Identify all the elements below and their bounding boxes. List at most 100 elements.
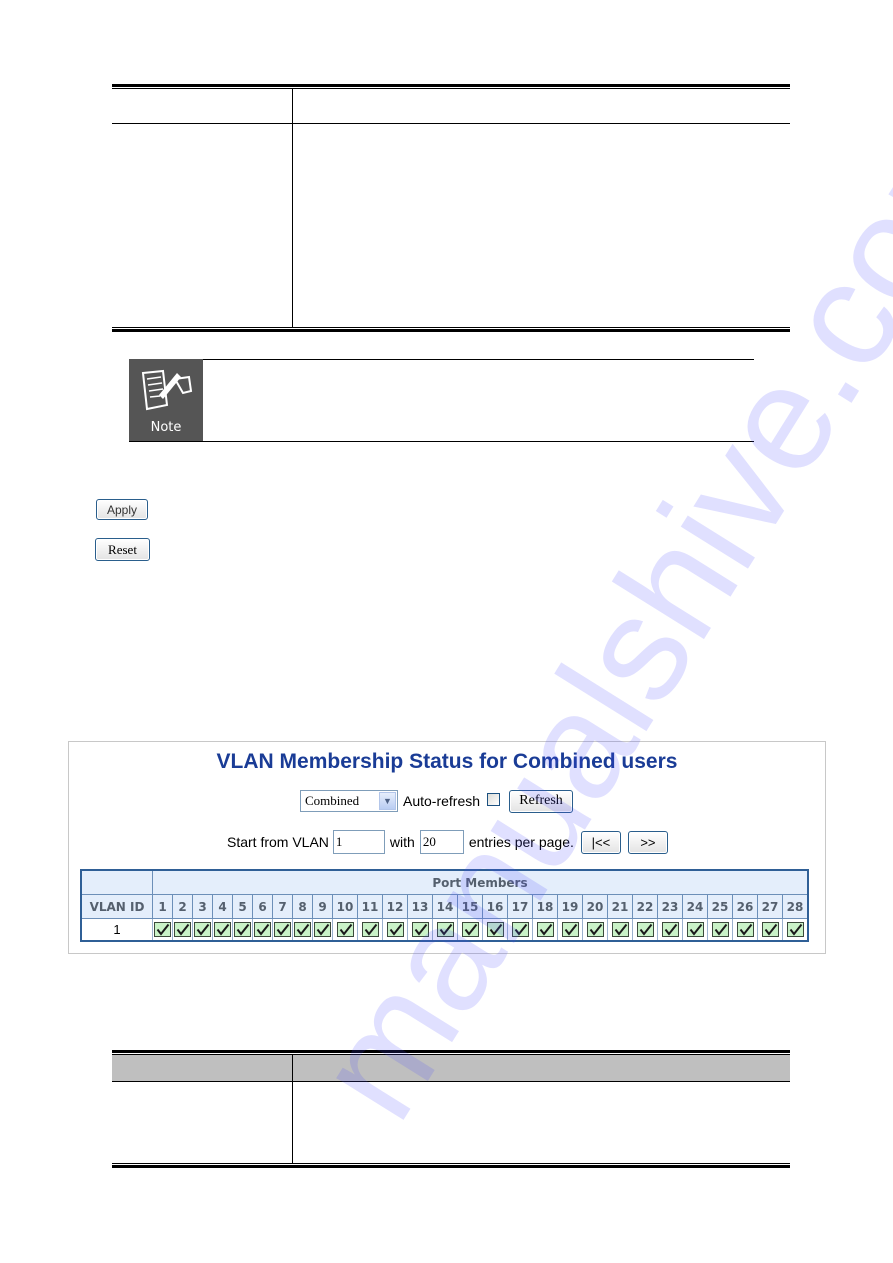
port-member-cell — [382, 918, 408, 942]
entries-per-page-input[interactable]: 20 — [419, 830, 464, 854]
port-header-19: 19 — [557, 894, 583, 919]
entries-per-page-label: entries per page. — [468, 834, 574, 850]
checkmark-icon — [611, 922, 629, 937]
port-header-2: 2 — [172, 894, 193, 919]
table-column-divider — [292, 1055, 293, 1163]
checkmark-icon — [194, 922, 211, 937]
checkmark-icon — [536, 922, 554, 937]
port-member-cell — [507, 918, 533, 942]
panel-title: VLAN Membership Status for Combined user… — [216, 750, 678, 773]
port-member-cell — [407, 918, 433, 942]
next-page-button[interactable]: >> — [627, 830, 668, 854]
vlan-membership-panel: VLAN Membership Status for Combined user… — [68, 741, 826, 954]
port-header-11: 11 — [357, 894, 383, 919]
first-page-button[interactable]: |<< — [580, 830, 621, 854]
checkmark-icon — [686, 922, 704, 937]
checkmark-icon — [254, 922, 271, 937]
port-header-18: 18 — [532, 894, 558, 919]
port-header-4: 4 — [212, 894, 233, 919]
port-member-cell — [332, 918, 358, 942]
port-header-3: 3 — [192, 894, 213, 919]
port-header-15: 15 — [457, 894, 483, 919]
port-header-12: 12 — [382, 894, 408, 919]
checkmark-icon — [486, 922, 504, 937]
table-bottom-border — [112, 1163, 790, 1168]
port-member-cell — [707, 918, 733, 942]
auto-refresh-checkbox[interactable] — [487, 792, 501, 806]
port-members-header: Port Members — [152, 869, 809, 895]
port-header-28: 28 — [782, 894, 809, 919]
with-label: with — [389, 834, 415, 850]
port-header-21: 21 — [607, 894, 633, 919]
table-header-divider — [112, 1081, 790, 1082]
note-label: Note — [150, 420, 182, 435]
table-header-row — [112, 1055, 790, 1081]
checkmark-icon — [461, 922, 479, 937]
checkmark-icon — [736, 922, 754, 937]
checkmark-icon — [636, 922, 654, 937]
checkmark-icon — [711, 922, 729, 937]
port-member-cell — [557, 918, 583, 942]
checkmark-icon — [761, 922, 779, 937]
reset-button[interactable]: Reset — [95, 538, 150, 561]
port-header-13: 13 — [407, 894, 433, 919]
apply-button[interactable]: Apply — [96, 499, 148, 520]
port-member-cell — [457, 918, 483, 942]
port-header-17: 17 — [507, 894, 533, 919]
checkmark-icon — [234, 922, 251, 937]
port-member-cell — [192, 918, 213, 942]
watermark: manualshive.com — [282, 66, 893, 1146]
checkmark-icon — [154, 922, 171, 937]
port-header-27: 27 — [757, 894, 783, 919]
checkmark-icon — [294, 922, 311, 937]
port-header-25: 25 — [707, 894, 733, 919]
user-type-select[interactable]: Combined ▼ — [300, 790, 398, 812]
vlan-membership-table: Port Members VLAN ID 1 2 3 4 5 6 7 8 9 10 11 12 13 14… — [80, 869, 809, 942]
checkmark-icon — [314, 922, 331, 937]
port-header-14: 14 — [432, 894, 458, 919]
port-member-cell — [632, 918, 658, 942]
port-header-7: 7 — [272, 894, 293, 919]
port-header-1: 1 — [152, 894, 173, 919]
table-row: 1 — [80, 918, 809, 942]
port-member-cell — [782, 918, 809, 942]
port-header-23: 23 — [657, 894, 683, 919]
checkmark-icon — [274, 922, 291, 937]
refresh-button[interactable]: Refresh — [509, 789, 574, 813]
port-member-cell — [482, 918, 508, 942]
port-header-24: 24 — [682, 894, 708, 919]
corner-header-cell — [80, 869, 153, 895]
checkmark-icon — [411, 922, 429, 937]
port-member-cell — [252, 918, 273, 942]
port-header-20: 20 — [582, 894, 608, 919]
checkmark-icon — [386, 922, 404, 937]
table-bottom-border — [112, 327, 790, 332]
note-bottom-rule — [129, 441, 754, 442]
start-from-label: Start from VLAN — [227, 834, 329, 850]
port-member-cell — [152, 918, 173, 942]
start-vlan-input[interactable]: 1 — [332, 830, 385, 854]
port-header-6: 6 — [252, 894, 273, 919]
auto-refresh-label: Auto-refresh — [403, 793, 481, 809]
checkmark-icon — [336, 922, 354, 937]
port-header-16: 16 — [482, 894, 508, 919]
port-member-cell — [232, 918, 253, 942]
checkmark-icon — [561, 922, 579, 937]
port-member-cell — [172, 918, 193, 942]
port-member-cell — [292, 918, 313, 942]
port-member-cell — [682, 918, 708, 942]
port-header-26: 26 — [732, 894, 758, 919]
user-control-row: Combined ▼ Auto-refresh Refresh — [300, 789, 574, 813]
checkmark-icon — [361, 922, 379, 937]
port-header-10: 10 — [332, 894, 358, 919]
checkmark-icon — [174, 922, 191, 937]
checkmark-icon — [786, 922, 804, 937]
user-type-select-value: Combined — [305, 793, 360, 808]
paging-control-row: Start from VLAN 1 with 20 entries per pa… — [227, 829, 668, 855]
port-header-22: 22 — [632, 894, 658, 919]
checkmark-icon — [511, 922, 529, 937]
note-top-rule — [203, 359, 754, 360]
checkmark-icon — [586, 922, 604, 937]
chevron-down-icon[interactable]: ▼ — [379, 792, 396, 810]
checkmark-icon — [214, 922, 231, 937]
